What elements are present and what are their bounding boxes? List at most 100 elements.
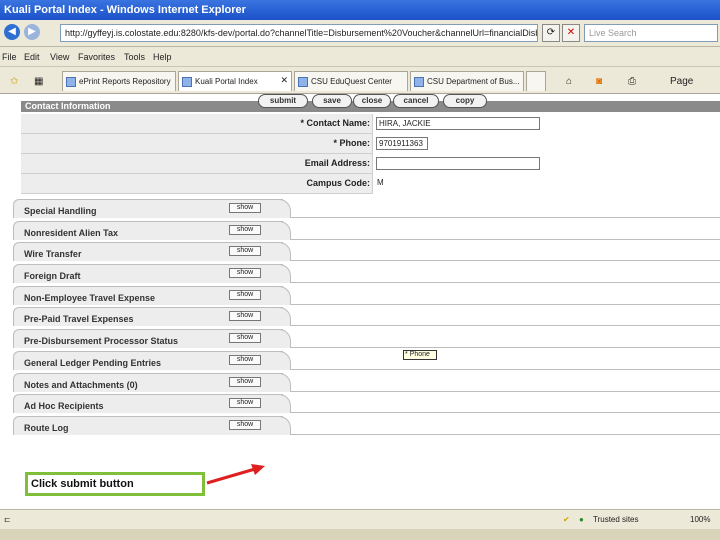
tab-title: General Ledger Pending Entries	[24, 358, 162, 368]
tab-label: CSU Department of Bus...	[427, 77, 520, 86]
tab-title: Special Handling	[24, 206, 97, 216]
tab-title: Pre-Disbursement Processor Status	[24, 336, 179, 346]
tab-nonresident-alien-tax: Nonresident Alien Tax show	[13, 219, 720, 241]
taskbar-strip	[0, 529, 720, 540]
back-icon[interactable]: ◀	[4, 24, 20, 40]
menu-item-tools[interactable]: Tools	[124, 52, 145, 62]
page-icon	[66, 77, 76, 87]
tab-label: ePrint Reports Repository	[79, 77, 171, 86]
show-button[interactable]: show	[229, 268, 261, 278]
tab-title: Non-Employee Travel Expense	[24, 293, 156, 303]
menu-item-favorites[interactable]: Favorites	[78, 52, 115, 62]
trusted-sites-icon: ●	[579, 515, 584, 524]
search-input[interactable]: Live Search	[584, 24, 718, 42]
menu-item-view[interactable]: View	[50, 52, 69, 62]
security-zone[interactable]: Trusted sites	[593, 515, 639, 524]
new-tab-button[interactable]	[526, 71, 546, 91]
tab-title: Pre-Paid Travel Expenses	[24, 314, 134, 324]
copy-button[interactable]: copy	[443, 94, 487, 108]
tab-route-log: Route Log show	[13, 414, 720, 436]
status-done-icon: ⊏	[4, 515, 11, 524]
favorites-star-icon[interactable]: ✩	[10, 76, 18, 87]
zoom-level[interactable]: 100%	[690, 515, 710, 524]
browser-tab-bar: ✩ ▦ ePrint Reports Repository Kuali Port…	[0, 67, 720, 94]
field-value-cell	[372, 154, 720, 174]
page-icon	[182, 77, 192, 87]
tab-gl-pending-entries: General Ledger Pending Entries show	[13, 349, 720, 371]
callout-arrow-icon	[206, 464, 265, 485]
show-button[interactable]: show	[229, 225, 261, 235]
feeds-icon[interactable]: ◙	[596, 76, 602, 87]
show-button[interactable]: show	[229, 398, 261, 408]
tab-title: Foreign Draft	[24, 271, 81, 281]
show-button[interactable]: show	[229, 377, 261, 387]
field-label: * Phone:	[333, 138, 370, 148]
window-title: Kuali Portal Index - Windows Internet Ex…	[0, 0, 720, 20]
tab-list-icon[interactable]: ▦	[34, 76, 43, 87]
address-input[interactable]: http://gyffeyj.is.colostate.edu:8280/kfs…	[60, 24, 538, 42]
campus-code-row: Campus Code: M	[21, 174, 720, 194]
phone-tooltip: * Phone	[403, 350, 437, 360]
status-bar: ⊏ ✔ ● Trusted sites 100%	[0, 509, 720, 529]
show-button[interactable]: show	[229, 333, 261, 343]
close-button[interactable]: close	[353, 94, 391, 108]
menu-item-help[interactable]: Help	[153, 52, 172, 62]
field-label: Campus Code:	[306, 178, 370, 188]
phone-field[interactable]: 9701911363	[376, 137, 428, 150]
tab-eduquest[interactable]: CSU EduQuest Center	[294, 71, 408, 91]
refresh-icon[interactable]: ⟳	[542, 24, 560, 42]
page-icon	[414, 77, 424, 87]
contact-name-row: * Contact Name: HIRA, JACKIE	[21, 114, 720, 134]
field-label: * Contact Name:	[300, 118, 370, 128]
tab-non-employee-travel: Non-Employee Travel Expense show	[13, 284, 720, 306]
tab-title: Notes and Attachments (0)	[24, 380, 138, 390]
field-value-cell: HIRA, JACKIE	[372, 114, 720, 134]
tab-label: CSU EduQuest Center	[311, 77, 392, 86]
page-menu[interactable]: Page	[670, 76, 693, 87]
contact-name-field[interactable]: HIRA, JACKIE	[376, 117, 540, 130]
show-button[interactable]: show	[229, 420, 261, 430]
show-button[interactable]: show	[229, 311, 261, 321]
tab-title: Ad Hoc Recipients	[24, 401, 104, 411]
tab-title: Route Log	[24, 423, 69, 433]
tab-foreign-draft: Foreign Draft show	[13, 262, 720, 284]
tab-pre-disbursement-status: Pre-Disbursement Processor Status show	[13, 327, 720, 349]
lock-icon: ✔	[563, 515, 570, 524]
home-icon[interactable]: ⌂	[566, 76, 572, 87]
page-content: Contact Information * Contact Name: HIRA…	[0, 94, 720, 509]
page-icon	[298, 77, 308, 87]
forward-icon[interactable]: ▶	[24, 24, 40, 40]
show-button[interactable]: show	[229, 246, 261, 256]
address-toolbar: ◀ ▶ http://gyffeyj.is.colostate.edu:8280…	[0, 20, 720, 47]
print-icon[interactable]: ⎙	[628, 76, 636, 87]
tab-eprint[interactable]: ePrint Reports Repository	[62, 71, 176, 91]
menu-item-file[interactable]: File	[2, 52, 17, 62]
menu-bar: File Edit View Favorites Tools Help	[0, 47, 720, 67]
tab-kuali-portal[interactable]: Kuali Portal Index ✕	[178, 71, 292, 91]
save-button[interactable]: save	[312, 94, 352, 108]
tab-label: Kuali Portal Index	[195, 77, 258, 86]
tab-pre-paid-travel: Pre-Paid Travel Expenses show	[13, 305, 720, 327]
field-value-cell: M	[372, 174, 720, 194]
tab-title: Nonresident Alien Tax	[24, 228, 119, 238]
submit-button[interactable]: submit	[258, 94, 308, 108]
campus-code-value: M	[377, 178, 384, 187]
tab-notes-attachments: Notes and Attachments (0) show	[13, 371, 720, 393]
tab-ad-hoc-recipients: Ad Hoc Recipients show	[13, 392, 720, 414]
tab-title: Wire Transfer	[24, 249, 82, 259]
stop-icon[interactable]: ✕	[562, 24, 580, 42]
field-label: Email Address:	[304, 158, 370, 168]
show-button[interactable]: show	[229, 355, 261, 365]
tab-special-handling: Special Handling show	[13, 197, 720, 219]
show-button[interactable]: show	[229, 290, 261, 300]
close-tab-icon[interactable]: ✕	[280, 75, 288, 86]
menu-item-edit[interactable]: Edit	[24, 52, 40, 62]
email-field[interactable]	[376, 157, 540, 170]
phone-row: * Phone: 9701911363	[21, 134, 720, 154]
tab-csu-bus[interactable]: CSU Department of Bus...	[410, 71, 524, 91]
tab-wire-transfer: Wire Transfer show	[13, 240, 720, 262]
email-row: Email Address:	[21, 154, 720, 174]
cancel-button[interactable]: cancel	[393, 94, 439, 108]
show-button[interactable]: show	[229, 203, 261, 213]
instruction-callout: Click submit button	[25, 472, 205, 496]
